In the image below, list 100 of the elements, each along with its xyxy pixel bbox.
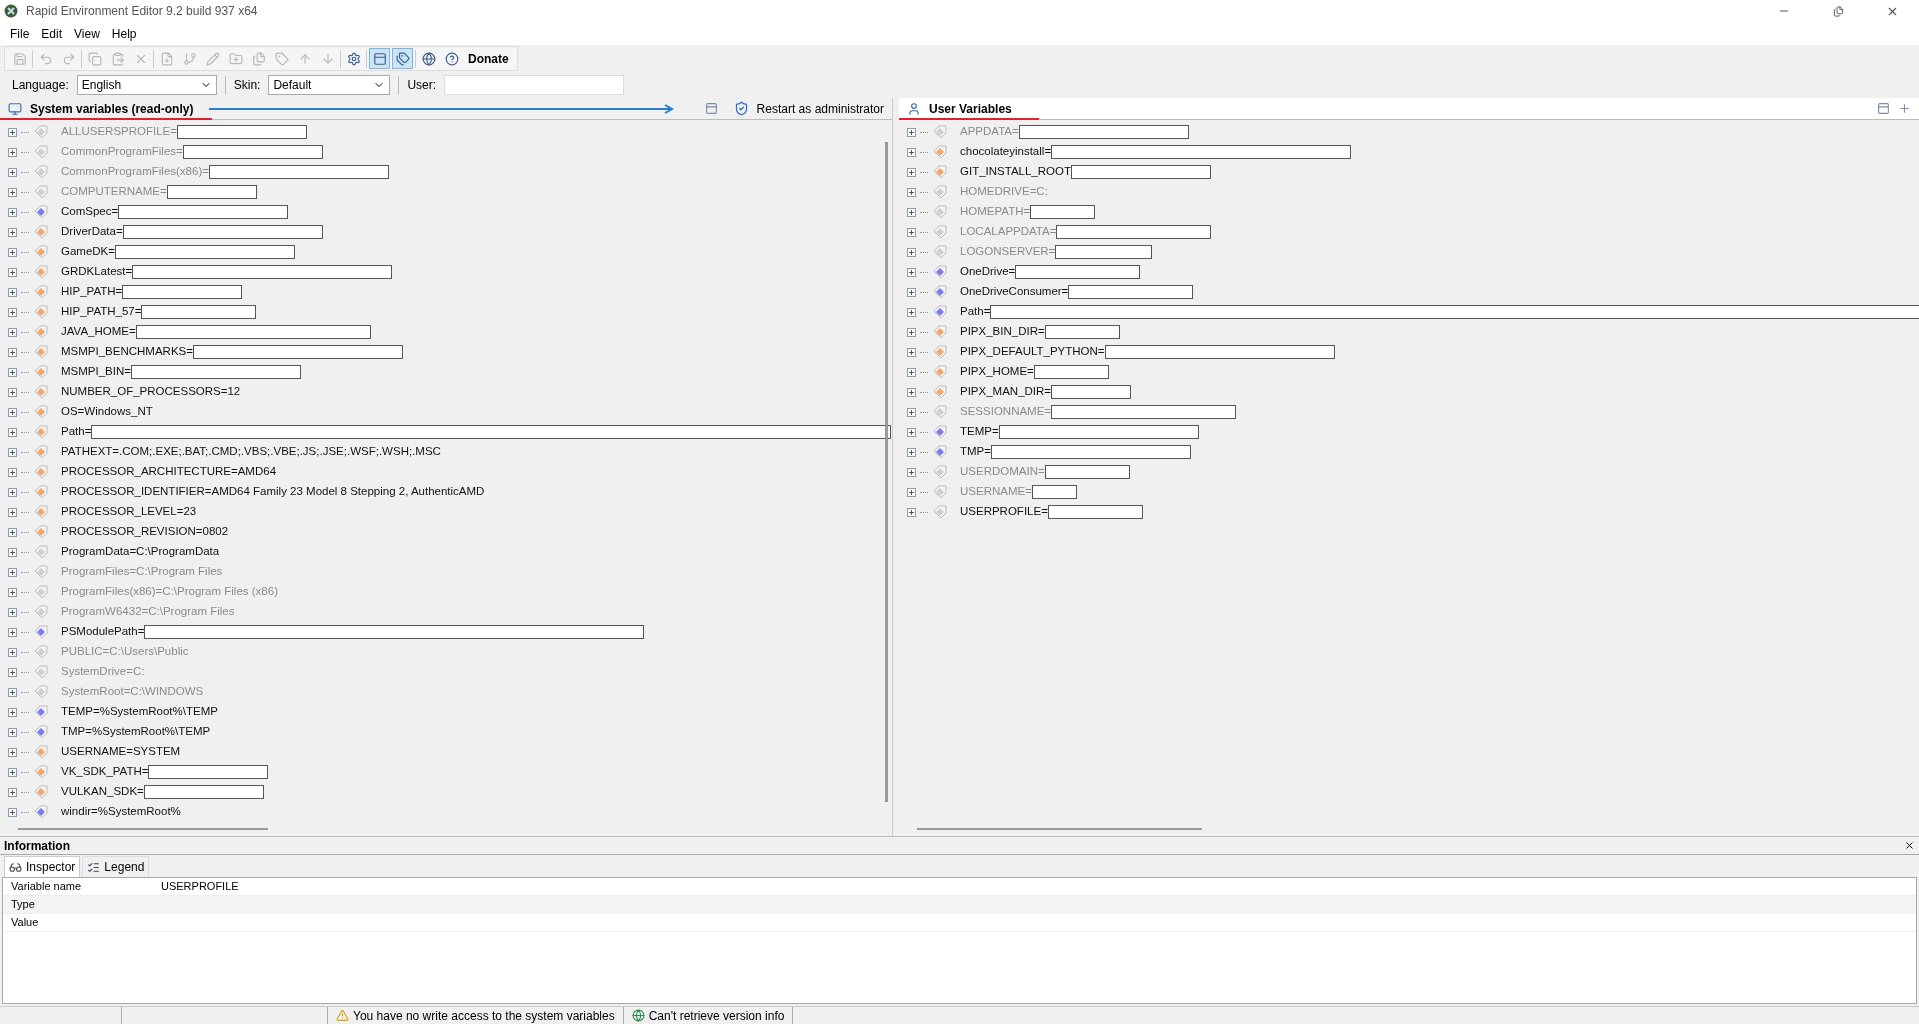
expand-button[interactable] (8, 407, 17, 417)
expand-button[interactable] (907, 507, 916, 517)
expand-button[interactable] (907, 267, 916, 277)
variable-text: COMPUTERNAME= (61, 184, 167, 200)
tag-icon (932, 324, 948, 340)
horizontal-scrollbar[interactable] (18, 828, 268, 830)
expand-button[interactable] (8, 367, 17, 377)
expand-button[interactable] (8, 427, 17, 437)
menu-item[interactable]: Edit (35, 24, 69, 43)
expand-button[interactable] (907, 287, 916, 297)
expand-button[interactable] (8, 727, 17, 737)
expand-button[interactable] (8, 647, 17, 657)
expand-button[interactable] (8, 567, 17, 577)
restart-as-admin-button[interactable]: Restart as administrator (756, 99, 884, 118)
tag-icon (33, 764, 49, 780)
expand-button[interactable] (8, 347, 17, 357)
variable-text: SystemRoot=C:\WINDOWS (61, 684, 204, 700)
tag-icon (33, 504, 49, 520)
expand-button[interactable] (907, 167, 916, 177)
expand-button[interactable] (907, 347, 916, 357)
expand-button[interactable] (8, 307, 17, 317)
expand-button[interactable] (8, 667, 17, 677)
expand-button[interactable] (8, 627, 17, 637)
tag-icon (33, 624, 49, 640)
expand-button[interactable] (8, 147, 17, 157)
tag-icon (33, 584, 49, 600)
variable-text: SystemDrive=C: (61, 664, 145, 680)
expand-button[interactable] (8, 167, 17, 177)
expand-button[interactable] (8, 187, 17, 197)
expand-button[interactable] (8, 707, 17, 717)
expand-button[interactable] (8, 447, 17, 457)
menu-item[interactable]: File (4, 24, 36, 43)
toolbar-button[interactable] (392, 48, 413, 69)
tag-icon (33, 724, 49, 740)
expand-button[interactable] (8, 387, 17, 397)
expand-button[interactable] (8, 247, 17, 257)
language-dropdown[interactable]: English (76, 75, 217, 95)
expand-button[interactable] (907, 487, 916, 497)
window-title: Rapid Environment Editor 9.2 build 937 x64 (26, 3, 258, 20)
user-field[interactable] (444, 75, 625, 95)
expand-button[interactable] (907, 147, 916, 157)
expand-button[interactable] (8, 687, 17, 697)
expand-button[interactable] (907, 187, 916, 197)
expand-button[interactable] (8, 327, 17, 337)
variable-text: HOMEDRIVE=C: (960, 184, 1048, 200)
tag-icon (33, 564, 49, 580)
expand-button[interactable] (8, 527, 17, 537)
variable-text: HOMEPATH= (960, 204, 1031, 220)
expand-button[interactable] (8, 467, 17, 477)
skin-label: Skin: (233, 77, 261, 94)
horizontal-scrollbar[interactable] (917, 828, 1202, 830)
expand-button[interactable] (8, 607, 17, 617)
branch-icon (182, 51, 197, 66)
expand-button[interactable] (907, 467, 916, 477)
variable-text: DriverData= (61, 224, 123, 240)
expand-button[interactable] (8, 747, 17, 757)
expand-button[interactable] (907, 307, 916, 317)
tag-icon (33, 364, 49, 380)
expand-button[interactable] (907, 247, 916, 257)
copy-icon (87, 51, 102, 66)
property-value: USERPROFILE (160, 879, 239, 895)
folder-plus-icon (228, 51, 243, 66)
expand-button[interactable] (8, 507, 17, 517)
scrollbar[interactable] (885, 142, 888, 802)
tag-icon (932, 464, 948, 480)
expand-button[interactable] (907, 207, 916, 217)
expand-button[interactable] (8, 287, 17, 297)
variable-text: MSMPI_BENCHMARKS= (61, 344, 193, 360)
expand-button[interactable] (907, 327, 916, 337)
expand-button[interactable] (907, 227, 916, 237)
expand-button[interactable] (907, 127, 916, 137)
expand-button[interactable] (8, 227, 17, 237)
expand-button[interactable] (907, 427, 916, 437)
tab[interactable]: Legend (82, 856, 150, 877)
expand-button[interactable] (8, 127, 17, 137)
expand-button[interactable] (8, 267, 17, 277)
toolbar-button[interactable] (369, 48, 390, 69)
donate-button[interactable]: Donate (464, 49, 513, 68)
menu-item[interactable]: View (68, 24, 106, 43)
tag-icon (33, 244, 49, 260)
expand-button[interactable] (8, 787, 17, 797)
skin-dropdown[interactable]: Default (268, 75, 391, 95)
expand-button[interactable] (8, 807, 17, 817)
expand-button[interactable] (907, 367, 916, 377)
variable-text: TEMP=%SystemRoot%\TEMP (61, 704, 218, 720)
expand-button[interactable] (907, 387, 916, 397)
tag-icon (932, 344, 948, 360)
expand-button[interactable] (8, 207, 17, 217)
expand-button[interactable] (8, 767, 17, 777)
variable-text: ProgramData=C:\ProgramData (61, 544, 220, 560)
variable-text: GIT_INSTALL_ROOT (960, 164, 1071, 180)
tab[interactable]: Inspector (4, 856, 81, 877)
variable-text: HIP_PATH_57= (61, 304, 142, 320)
expand-button[interactable] (8, 547, 17, 557)
menu-item[interactable]: Help (105, 24, 143, 43)
expand-button[interactable] (8, 487, 17, 497)
expand-button[interactable] (907, 447, 916, 457)
expand-button[interactable] (907, 407, 916, 417)
expand-button[interactable] (8, 587, 17, 597)
arrow-down-icon (320, 51, 335, 66)
